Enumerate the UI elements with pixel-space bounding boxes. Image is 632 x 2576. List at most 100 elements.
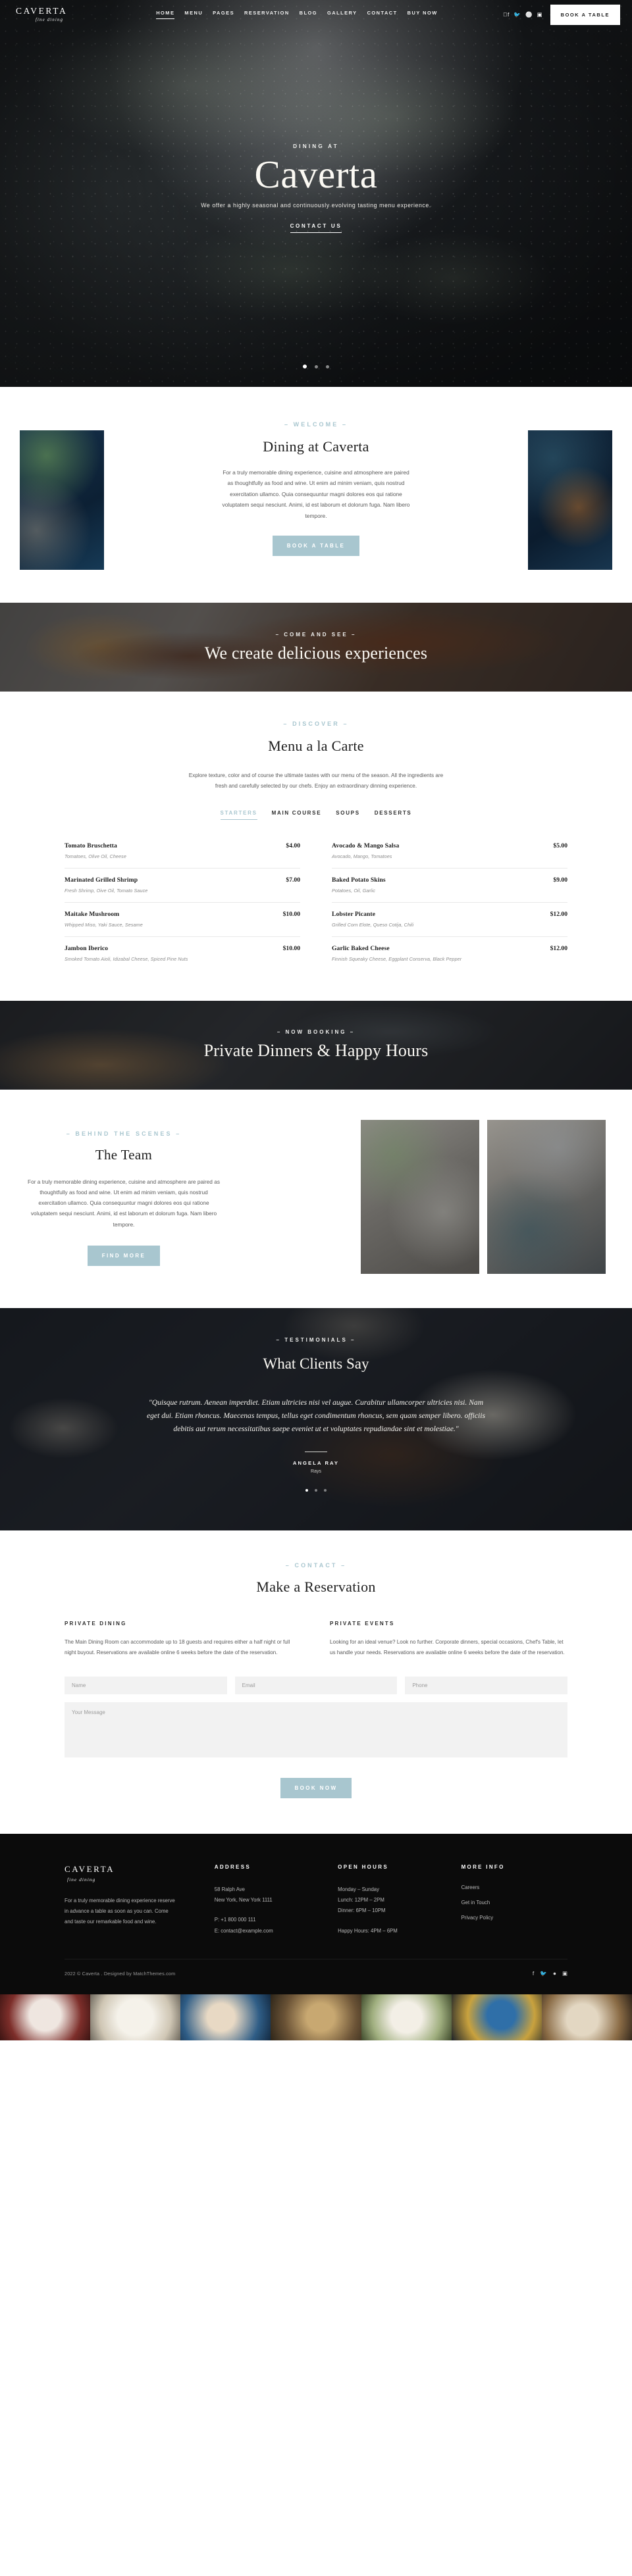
phone-input[interactable] — [405, 1676, 567, 1694]
testimonial-dot-3[interactable] — [324, 1488, 327, 1492]
menu-item[interactable]: Maitake Mushroom $10.00 Whipped Miso, Ya… — [65, 903, 300, 937]
tab-soups[interactable]: SOUPS — [336, 810, 360, 820]
nav-social-links:  f 🐦 ⚪ ▣ — [503, 12, 542, 18]
footer-about-text: For a truly memorable dining experience … — [65, 1897, 175, 1925]
pinterest-icon[interactable]: ⚪ — [525, 12, 533, 18]
facebook-icon[interactable]:  f — [503, 12, 509, 18]
nav-link-gallery[interactable]: GALLERY — [327, 10, 357, 19]
nav-link-blog[interactable]: BLOG — [300, 10, 317, 19]
hero-contact-us-button[interactable]: CONTACT US — [290, 223, 342, 233]
instagram-photo[interactable] — [451, 1994, 542, 2040]
menu-item-name: Jambon Iberico — [65, 944, 109, 952]
pinterest-icon[interactable]: ● — [553, 1970, 556, 1977]
menu-item-desc: Avocado, Mango, Tomatoes — [332, 853, 392, 859]
menu-item-price: $12.00 — [550, 910, 567, 918]
hero-eyebrow: DINING AT — [293, 143, 339, 150]
menu-item-name: Maitake Mushroom — [65, 910, 120, 918]
name-input[interactable] — [65, 1676, 227, 1694]
come-and-see-banner: – COME AND SEE – We create delicious exp… — [0, 603, 632, 692]
testimonial-dot-1[interactable] — [305, 1488, 308, 1492]
footer-hours-lunch: Lunch: 12PM – 2PM — [338, 1896, 384, 1903]
nav-link-home[interactable]: HOME — [156, 10, 175, 19]
team-title: The Team — [95, 1146, 153, 1163]
instagram-icon[interactable]: ▣ — [537, 12, 542, 18]
private-events-column: PRIVATE EVENTS Looking for an ideal venu… — [330, 1621, 567, 1658]
facebook-icon[interactable]: f — [533, 1970, 534, 1977]
menu-item-price: $10.00 — [282, 944, 300, 952]
menu-item-desc: Smoked Tomato Aioli, Idizabal Cheese, Sp… — [65, 955, 188, 962]
footer-phone[interactable]: P: +1 800 000 111 — [215, 1915, 321, 1925]
instagram-photo[interactable] — [90, 1994, 181, 2040]
footer-brand-name: CAVERTA — [65, 1863, 115, 1874]
brand-logo[interactable]: CAVERTA fine dining — [12, 7, 91, 22]
testimonial-quote: "Quisque rutrum. Aenean imperdiet. Etiam… — [146, 1398, 486, 1433]
nav-link-buy-now[interactable]: BUY NOW — [408, 10, 438, 19]
hero-dot-3[interactable] — [326, 365, 330, 368]
instagram-photo[interactable] — [361, 1994, 452, 2040]
nav-links: HOME MENU PAGES RESERVATION BLOG GALLERY… — [91, 10, 503, 19]
instagram-photo[interactable] — [0, 1994, 91, 2040]
twitter-icon[interactable]: 🐦 — [514, 12, 521, 18]
cocoa-banner-title: We create delicious experiences — [204, 643, 428, 663]
menu-item-desc: Whipped Miso, Yaki Sauce, Sesame — [65, 921, 143, 928]
menu-item-name: Tomato Bruschetta — [65, 842, 117, 849]
menu-item-name: Garlic Baked Cheese — [332, 944, 390, 952]
menu-item-desc: Tomatoes, Olive Oil, Cheese — [65, 853, 126, 859]
instagram-photo[interactable] — [541, 1994, 632, 2040]
footer-link-privacy-policy[interactable]: Privacy Policy — [461, 1915, 567, 1921]
book-now-button[interactable]: BOOK NOW — [280, 1777, 352, 1798]
reservation-title: Make a Reservation — [256, 1578, 376, 1595]
welcome-image-right — [528, 430, 612, 570]
menu-item[interactable]: Jambon Iberico $10.00 Smoked Tomato Aiol… — [65, 937, 300, 971]
menu-item-price: $12.00 — [550, 944, 567, 952]
hero-dot-2[interactable] — [315, 365, 318, 368]
menu-item[interactable]: Avocado & Mango Salsa $5.00 Avocado, Man… — [332, 834, 567, 869]
footer-address-line-1: 58 Ralph Ave — [214, 1886, 245, 1892]
testimonial-author: ANGELA RAY — [292, 1459, 340, 1466]
nav-link-reservation[interactable]: RESERVATION — [244, 10, 290, 19]
welcome-text: For a truly memorable dining experience,… — [222, 469, 410, 519]
hero-dot-1[interactable] — [302, 365, 307, 368]
nav-link-pages[interactable]: PAGES — [213, 10, 234, 19]
nav-link-contact[interactable]: CONTACT — [367, 10, 398, 19]
testimonial-dot-2[interactable] — [315, 1488, 317, 1492]
instagram-photo[interactable] — [271, 1994, 361, 2040]
menu-item-price: $7.00 — [286, 876, 300, 884]
footer-hours-heading: OPEN HOURS — [338, 1863, 388, 1870]
menu-item[interactable]: Tomato Bruschetta $4.00 Tomatoes, Olive … — [65, 834, 300, 869]
nav-link-menu[interactable]: MENU — [184, 10, 203, 19]
reservation-eyebrow: – CONTACT – — [285, 1561, 347, 1569]
menu-description: Explore texture, color and of course the… — [188, 772, 444, 789]
menu-item[interactable]: Baked Potato Skins $9.00 Potatoes, Oil, … — [332, 869, 567, 903]
menu-item[interactable]: Garlic Baked Cheese $12.00 Finnish Squea… — [332, 937, 567, 971]
tab-starters[interactable]: STARTERS — [220, 810, 257, 820]
twitter-icon[interactable]: 🐦 — [540, 1970, 547, 1977]
welcome-section: – WELCOME – Dining at Caverta For a trul… — [0, 387, 632, 603]
email-input[interactable] — [234, 1676, 398, 1694]
menu-category-tabs: STARTERS MAIN COURSE SOUPS DESSERTS — [0, 810, 632, 820]
menu-item[interactable]: Lobster Picante $12.00 Grilled Corn Elot… — [332, 903, 567, 937]
brand-name: CAVERTA — [16, 6, 68, 16]
private-dining-heading: PRIVATE DINING — [65, 1620, 127, 1627]
tab-main-course[interactable]: MAIN COURSE — [272, 810, 322, 820]
welcome-book-a-table-button[interactable]: BOOK A TABLE — [272, 535, 360, 556]
footer-email[interactable]: E: contact@example.com — [215, 1926, 321, 1936]
instagram-icon[interactable]: ▣ — [562, 1970, 567, 1977]
menu-section: – DISCOVER – Menu a la Carte Explore tex… — [0, 692, 632, 1001]
team-find-more-button[interactable]: FIND MORE — [87, 1245, 161, 1266]
private-events-text: Looking for an ideal venue? Look no furt… — [330, 1638, 565, 1655]
footer-link-careers[interactable]: Careers — [461, 1884, 567, 1890]
team-section: – BEHIND THE SCENES – The Team For a tru… — [0, 1090, 632, 1308]
now-booking-banner: – NOW BOOKING – Private Dinners & Happy … — [0, 1000, 632, 1090]
footer-address-line-2: New York, New York 1111 — [214, 1896, 273, 1903]
footer-link-get-in-touch[interactable]: Get in Touch — [461, 1900, 567, 1906]
page-root: CAVERTA fine dining HOME MENU PAGES RESE… — [0, 0, 632, 2040]
hero-title: Caverta — [254, 153, 378, 197]
message-textarea[interactable] — [65, 1702, 567, 1757]
cocoa-banner-eyebrow: – COME AND SEE – — [275, 631, 357, 638]
menu-item[interactable]: Marinated Grilled Shrimp $7.00 Fresh Shr… — [65, 869, 300, 903]
book-a-table-button[interactable]: BOOK A TABLE — [550, 4, 620, 25]
menu-column-left: Tomato Bruschetta $4.00 Tomatoes, Olive … — [65, 834, 300, 971]
tab-desserts[interactable]: DESSERTS — [375, 810, 412, 820]
instagram-photo[interactable] — [180, 1994, 271, 2040]
